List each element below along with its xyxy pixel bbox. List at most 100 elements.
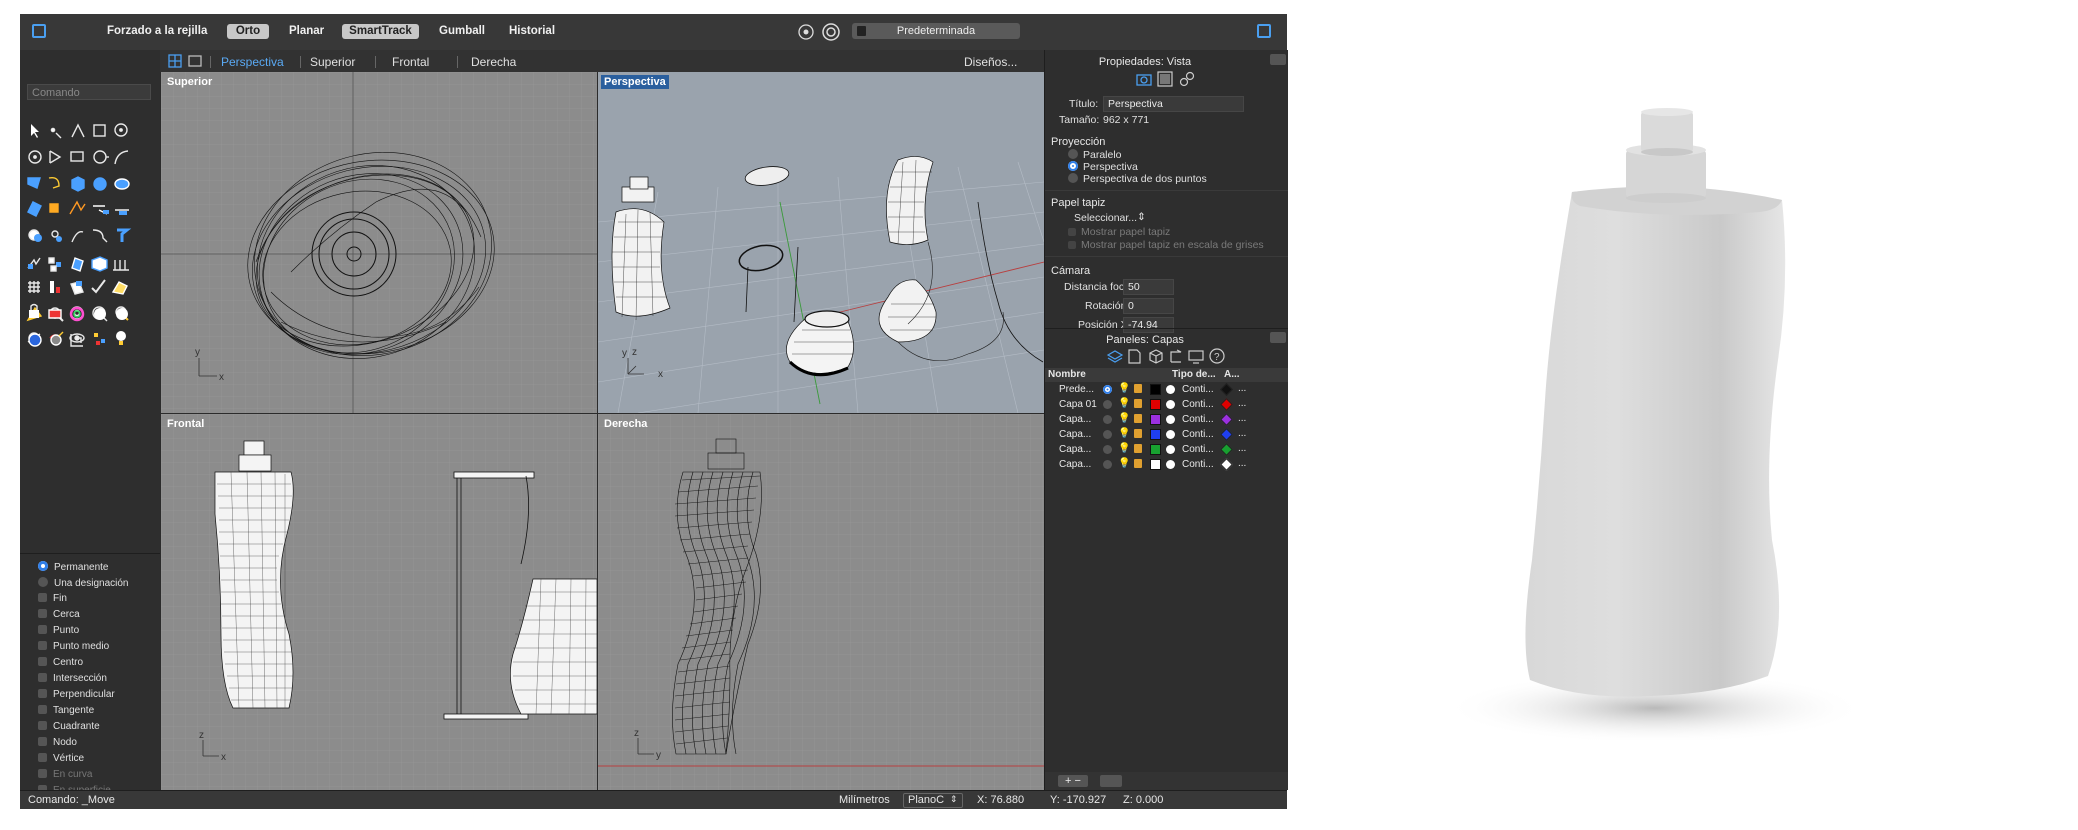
layer-color-swatch[interactable] <box>1150 444 1161 455</box>
projection-perspective-radio[interactable]: Perspectiva <box>1068 161 1138 173</box>
sidebar-toggle-icon[interactable] <box>32 24 46 38</box>
layer-row[interactable]: Capa 01 💡 Conti...... <box>1045 398 1288 412</box>
osnap-cerca[interactable]: Cerca <box>38 609 80 620</box>
layer-color-swatch[interactable] <box>1150 384 1161 395</box>
viewport-derecha[interactable]: z y Derecha <box>598 414 1044 790</box>
lock-icon[interactable] <box>1134 384 1142 393</box>
link-icon[interactable] <box>1179 71 1195 87</box>
frame-icon[interactable] <box>1157 71 1173 87</box>
gumball-toggle[interactable]: Gumball <box>439 25 485 37</box>
layer-name[interactable]: Prede... <box>1059 384 1094 395</box>
lock-icon[interactable] <box>1134 429 1142 438</box>
tab-frontal[interactable]: Frontal <box>392 55 429 69</box>
current-layer-radio[interactable] <box>1103 430 1112 439</box>
print-color-icon[interactable] <box>1220 428 1233 441</box>
layer-row[interactable]: Capa... 💡 Conti...... <box>1045 458 1288 472</box>
layouts-button[interactable]: Diseños... <box>964 55 1017 69</box>
print-width[interactable]: ... <box>1238 443 1246 454</box>
layer-color-swatch[interactable] <box>1150 459 1161 470</box>
current-layer-radio[interactable] <box>1103 400 1112 409</box>
print-color-icon[interactable] <box>1220 458 1233 471</box>
smarttrack-toggle[interactable]: SmartTrack <box>342 24 419 39</box>
history-toggle[interactable]: Historial <box>509 25 555 37</box>
tab-derecha[interactable]: Derecha <box>471 55 516 69</box>
current-layer-radio[interactable] <box>1103 415 1112 424</box>
command-input[interactable]: Comando <box>27 84 151 100</box>
layer-color-swatch[interactable] <box>1150 429 1161 440</box>
rotation-field[interactable]: 0 <box>1123 298 1174 314</box>
lock-icon[interactable] <box>1134 444 1142 453</box>
tool-icons-bottom[interactable] <box>25 300 157 370</box>
print-width[interactable]: ... <box>1238 398 1246 409</box>
osnap-fin[interactable]: Fin <box>38 593 67 604</box>
osnap-punto-medio[interactable]: Punto medio <box>38 641 109 652</box>
title-field[interactable]: Perspectiva <box>1103 96 1244 112</box>
display-mode-select[interactable]: Predeterminada <box>852 23 1020 39</box>
osnap-punto[interactable]: Punto <box>38 625 79 636</box>
camera-icon[interactable] <box>1136 72 1152 86</box>
tab-superior[interactable]: Superior <box>310 55 355 69</box>
projection-twopoint-radio[interactable]: Perspectiva de dos puntos <box>1068 173 1207 185</box>
osnap-permanent-radio[interactable]: Permanente <box>38 561 108 573</box>
material-icon[interactable] <box>1166 430 1175 439</box>
print-width[interactable]: ... <box>1238 458 1246 469</box>
material-icon[interactable] <box>1166 445 1175 454</box>
four-view-icon[interactable] <box>168 54 182 68</box>
col-linetype[interactable]: Tipo de... <box>1172 369 1216 380</box>
cplane-select[interactable]: PlanoC ⇕ <box>903 793 963 808</box>
bulb-icon[interactable]: 💡 <box>1118 458 1130 469</box>
osnap-centro[interactable]: Centro <box>38 657 83 668</box>
panel-toggle-icon[interactable] <box>1257 24 1271 38</box>
layer-row[interactable]: Prede... 💡 Conti...... <box>1045 383 1288 397</box>
posx-field[interactable]: -74.94 <box>1123 317 1174 333</box>
osnap-en-curva[interactable]: En curva <box>38 769 92 780</box>
material-icon[interactable] <box>1166 415 1175 424</box>
osnap-once-radio[interactable]: Una designación <box>38 577 129 589</box>
grid-snap-toggle[interactable]: Forzado a la rejilla <box>107 25 207 37</box>
osnap-interseccion[interactable]: Intersección <box>38 673 107 684</box>
tab-perspectiva[interactable]: Perspectiva <box>221 55 284 69</box>
lock-icon[interactable] <box>1134 459 1142 468</box>
bulb-icon[interactable]: 💡 <box>1118 443 1130 454</box>
bulb-icon[interactable]: 💡 <box>1118 398 1130 409</box>
bulb-icon[interactable]: 💡 <box>1118 413 1130 424</box>
current-layer-radio[interactable] <box>1103 460 1112 469</box>
target-icon[interactable] <box>821 22 841 42</box>
material-icon[interactable] <box>1166 400 1175 409</box>
viewport-superior[interactable]: y x Superior <box>161 72 597 413</box>
layer-linetype[interactable]: Conti... <box>1182 429 1214 440</box>
print-color-icon[interactable] <box>1220 413 1233 426</box>
bulb-icon[interactable]: 💡 <box>1118 428 1130 439</box>
focal-field[interactable]: 50 <box>1123 279 1174 295</box>
material-icon[interactable] <box>1166 385 1175 394</box>
layer-options-button[interactable] <box>1100 775 1122 787</box>
current-layer-radio[interactable] <box>1103 445 1112 454</box>
layer-linetype[interactable]: Conti... <box>1182 444 1214 455</box>
layers-options-icon[interactable] <box>1270 332 1286 343</box>
osnap-perpendicular[interactable]: Perpendicular <box>38 689 115 700</box>
show-wallpaper-checkbox[interactable]: Mostrar papel tapiz <box>1068 226 1170 238</box>
layer-linetype[interactable]: Conti... <box>1182 399 1214 410</box>
lock-icon[interactable] <box>1134 414 1142 423</box>
col-a[interactable]: A... <box>1224 369 1240 380</box>
properties-options-icon[interactable] <box>1270 54 1286 65</box>
layer-name[interactable]: Capa... <box>1059 459 1091 470</box>
layer-row[interactable]: Capa... 💡 Conti...... <box>1045 443 1288 457</box>
layer-name[interactable]: Capa... <box>1059 414 1091 425</box>
current-layer-radio[interactable] <box>1103 385 1112 394</box>
print-color-icon[interactable] <box>1220 398 1233 411</box>
ortho-toggle[interactable]: Orto <box>227 24 269 39</box>
layer-color-swatch[interactable] <box>1150 414 1161 425</box>
osnap-tangente[interactable]: Tangente <box>38 705 94 716</box>
add-layer-button[interactable]: + − <box>1058 775 1088 787</box>
wallpaper-select[interactable]: Seleccionar... <box>1074 212 1137 224</box>
layer-name[interactable]: Capa... <box>1059 444 1091 455</box>
col-name[interactable]: Nombre <box>1048 369 1086 380</box>
print-color-icon[interactable] <box>1220 443 1233 456</box>
viewport-frontal[interactable]: z x Frontal <box>161 414 597 790</box>
layer-linetype[interactable]: Conti... <box>1182 414 1214 425</box>
layer-color-swatch[interactable] <box>1150 399 1161 410</box>
print-width[interactable]: ... <box>1238 428 1246 439</box>
osnap-vertice[interactable]: Vértice <box>38 753 84 764</box>
layer-linetype[interactable]: Conti... <box>1182 384 1214 395</box>
